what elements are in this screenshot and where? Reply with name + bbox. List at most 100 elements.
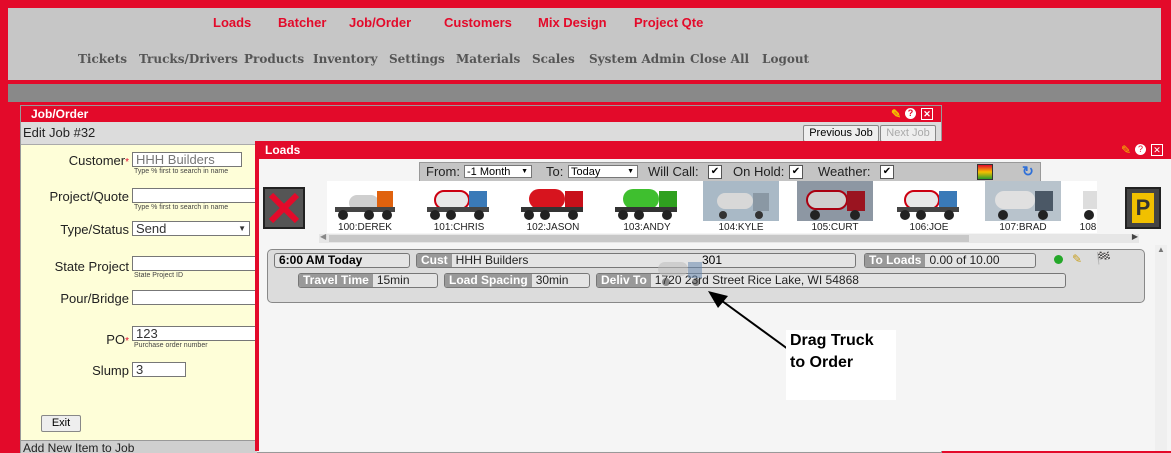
menu-scales[interactable]: Scales xyxy=(532,52,575,66)
on-hold-label: On Hold: xyxy=(733,164,785,179)
mixer-truck-icon xyxy=(615,189,677,220)
cancel-drop-icon[interactable] xyxy=(263,187,305,229)
menu-batcher[interactable]: Batcher xyxy=(278,15,326,30)
mixer-truck-icon xyxy=(427,190,489,220)
annotation-line-2: to Order xyxy=(790,354,854,371)
chevron-down-icon: ▼ xyxy=(238,224,246,233)
truck-106[interactable]: 106:JOE xyxy=(891,181,967,233)
project-hint: Type % first to search in name xyxy=(134,204,229,211)
to-select[interactable]: Today ▼ xyxy=(568,165,638,178)
scroll-right-icon[interactable]: ▶ xyxy=(1132,232,1138,241)
scroll-up-icon[interactable]: ▲ xyxy=(1157,245,1165,254)
job-panel-title: Job/Order xyxy=(31,107,89,121)
mixer-truck-icon xyxy=(703,181,779,221)
loads-pin-icon[interactable]: ✎ xyxy=(1121,143,1131,157)
loads-close-icon[interactable]: ✕ xyxy=(1151,144,1163,156)
customer-hint: Type % first to search in name xyxy=(134,168,229,175)
truck-108[interactable]: 108 xyxy=(1079,181,1097,233)
truck-107[interactable]: 107:BRAD xyxy=(985,181,1061,233)
menu-job-order[interactable]: Job/Order xyxy=(349,15,411,30)
menu-project-qte[interactable]: Project Qte xyxy=(634,15,703,30)
on-hold-checkbox[interactable]: ✔ xyxy=(789,165,803,179)
type-status-value: Send xyxy=(136,221,167,236)
menu-customers[interactable]: Customers xyxy=(444,15,512,30)
menu-system-admin[interactable]: System Admin xyxy=(589,52,685,66)
checkered-flag-icon[interactable]: 🏁 xyxy=(1096,251,1111,265)
pin-icon[interactable]: ✎ xyxy=(891,107,901,121)
annotation-box: Drag Truck to Order xyxy=(786,330,896,400)
traffic-light-icon[interactable] xyxy=(977,164,993,180)
menu-loads[interactable]: Loads xyxy=(213,15,251,30)
state-project-input[interactable] xyxy=(132,256,262,271)
parking-icon[interactable]: P xyxy=(1125,187,1161,229)
scroll-left-icon[interactable]: ◀ xyxy=(320,232,326,241)
truck-105[interactable]: 105:CURT xyxy=(797,181,873,233)
job-panel-titlebar[interactable]: Job/Order ✎ ? ✕ xyxy=(21,106,941,122)
spacing-tag: Load Spacing xyxy=(445,274,532,287)
menu-logout[interactable]: Logout xyxy=(762,52,809,66)
truck-103[interactable]: 103:ANDY xyxy=(609,181,685,233)
from-value: -1 Month xyxy=(467,166,511,178)
previous-job-button[interactable]: Previous Job xyxy=(803,125,879,142)
menu-close-all[interactable]: Close All xyxy=(690,52,749,66)
cust-tag: Cust xyxy=(417,254,452,267)
mixer-truck-icon xyxy=(1083,191,1097,220)
travel-value: 15min xyxy=(376,273,410,287)
exit-button[interactable]: Exit xyxy=(41,415,81,432)
pour-bridge-input[interactable] xyxy=(132,290,262,305)
close-icon[interactable]: ✕ xyxy=(921,108,933,120)
edit-icon[interactable]: ✎ xyxy=(1072,252,1082,266)
project-input[interactable] xyxy=(132,188,262,203)
menu-materials[interactable]: Materials xyxy=(456,52,520,66)
vertical-scrollbar[interactable]: ▲ xyxy=(1155,245,1167,451)
cust-value: HHH Builders xyxy=(455,253,529,267)
menu-settings[interactable]: Settings xyxy=(389,52,445,66)
drag-arrow xyxy=(708,291,793,353)
weather-label: Weather: xyxy=(818,164,871,179)
order-time: 6:00 AM Today xyxy=(274,253,410,268)
truck-label: 105:CURT xyxy=(811,222,859,233)
weather-checkbox[interactable]: ✔ xyxy=(880,165,894,179)
next-job-button[interactable]: Next Job xyxy=(880,125,936,142)
slump-input[interactable]: 3 xyxy=(132,362,186,377)
travel-tag: Travel Time xyxy=(299,274,373,287)
truck-101[interactable]: 101:CHRIS xyxy=(421,181,497,233)
annotation-text: Drag Truck to Order xyxy=(790,330,874,374)
to-label: To: xyxy=(546,164,564,179)
annotation-line-1: Drag Truck xyxy=(790,332,874,349)
top-menu-bar: Loads Batcher Job/Order Customers Mix De… xyxy=(8,8,1161,80)
from-select[interactable]: -1 Month ▼ xyxy=(464,165,532,178)
truck-100[interactable]: 100:DEREK xyxy=(327,181,403,233)
mixer-truck-icon xyxy=(797,181,873,221)
truck-102[interactable]: 102:JASON xyxy=(515,181,591,233)
help-icon[interactable]: ? xyxy=(905,108,916,119)
truck-104[interactable]: 104:KYLE xyxy=(703,181,779,233)
primary-menu: Loads Batcher Job/Order Customers Mix De… xyxy=(8,15,1161,35)
travel-time-field: Travel Time 15min xyxy=(298,273,438,288)
mixer-truck-icon xyxy=(658,262,702,286)
deliv-tag: Deliv To xyxy=(597,274,651,287)
customer-input[interactable]: HHH Builders xyxy=(132,152,242,167)
refresh-icon[interactable]: ↻ xyxy=(1022,163,1034,180)
type-status-select[interactable]: Send ▼ xyxy=(132,221,250,236)
po-hint: Purchase order number xyxy=(134,342,208,349)
slump-label: Slump xyxy=(92,363,129,378)
loads-help-icon[interactable]: ? xyxy=(1135,144,1146,155)
menu-products[interactable]: Products xyxy=(244,52,304,66)
menu-mix-design[interactable]: Mix Design xyxy=(538,15,607,30)
will-call-checkbox[interactable]: ✔ xyxy=(708,165,722,179)
menu-trucks-drivers[interactable]: Trucks/Drivers xyxy=(139,52,238,66)
po-input[interactable]: 123 xyxy=(132,326,262,341)
scrollbar-thumb[interactable] xyxy=(329,235,969,242)
truck-scrollbar[interactable]: ◀ ▶ xyxy=(319,232,1139,243)
menu-inventory[interactable]: Inventory xyxy=(313,52,378,66)
state-project-label: State Project xyxy=(54,259,129,274)
dragged-truck[interactable] xyxy=(652,256,710,290)
menu-tickets[interactable]: Tickets xyxy=(78,52,127,66)
truck-label: 106:JOE xyxy=(909,222,949,233)
pour-bridge-label: Pour/Bridge xyxy=(60,291,129,306)
add-new-item-bar[interactable]: Add New Item to Job xyxy=(21,440,257,453)
to-loads-tag: To Loads xyxy=(865,254,926,267)
job-subtitle: Edit Job #32 xyxy=(23,125,96,140)
chevron-down-icon: ▼ xyxy=(627,168,634,175)
